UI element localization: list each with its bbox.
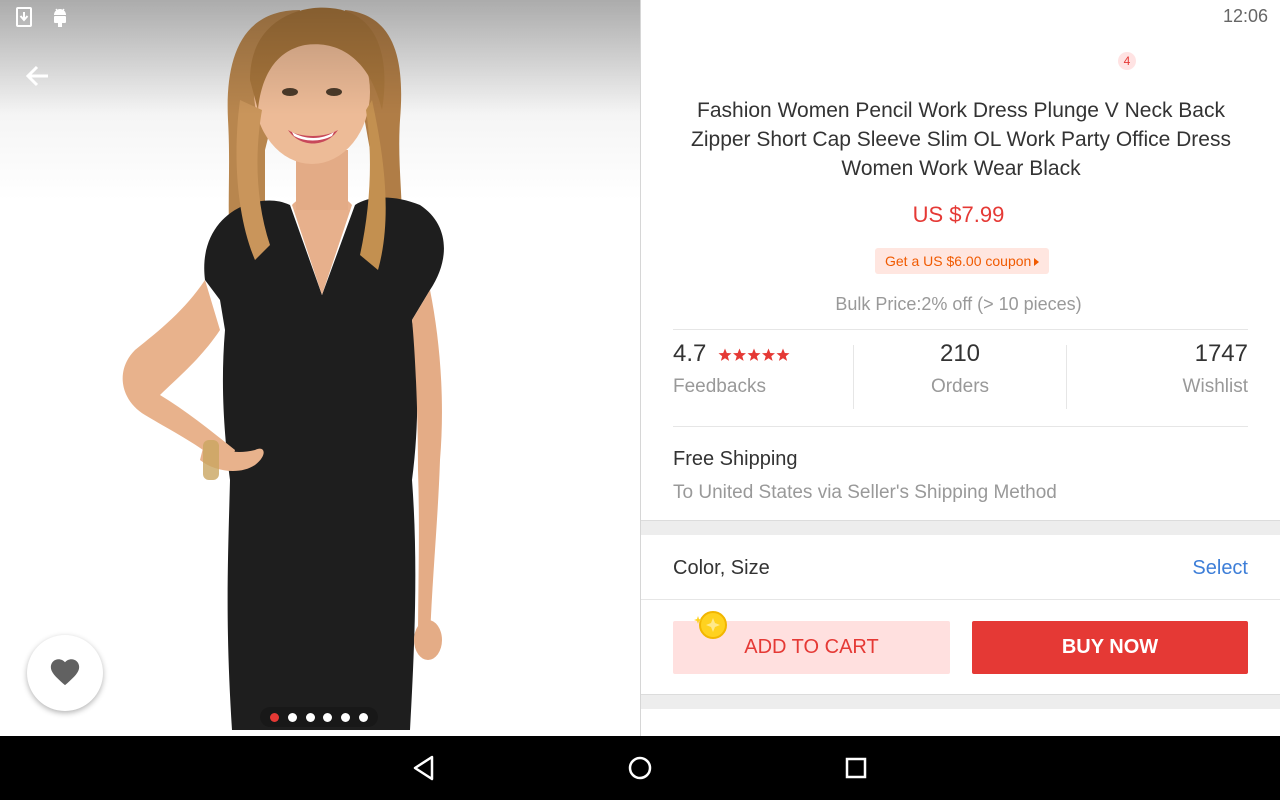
wishlist-value: 1747 xyxy=(1194,340,1248,367)
pager-dot[interactable] xyxy=(340,712,350,722)
nav-back-icon xyxy=(406,755,442,790)
status-bar: 12:06 xyxy=(0,0,1280,34)
feedbacks-label: Feedbacks xyxy=(673,376,766,397)
product-title: Fashion Women Pencil Work Dress Plunge V… xyxy=(691,99,1231,180)
more-vert-icon xyxy=(1242,59,1252,92)
pager-dot[interactable] xyxy=(358,712,368,722)
nav-back-button[interactable] xyxy=(406,750,442,786)
buy-now-button[interactable]: BUY NOW xyxy=(972,621,1248,674)
rating-stat[interactable]: 4.7 Feedbacks xyxy=(673,340,843,410)
screen: 12:06 4 Fashion Women Pencil Work Dress … xyxy=(0,0,1280,800)
pager-dot[interactable] xyxy=(305,712,315,722)
variant-select-link[interactable]: Select xyxy=(1192,557,1248,580)
pager-dot[interactable] xyxy=(323,712,333,722)
product-stats: 4.7 Feedbacks 210 Orders 1747 Wishlist xyxy=(673,340,1248,410)
wishlist-stat[interactable]: 1747 Wishlist xyxy=(1067,340,1248,410)
back-button[interactable] xyxy=(20,58,56,94)
product-price: US $7.99 xyxy=(912,202,1005,227)
nav-home-button[interactable] xyxy=(622,750,658,786)
android-icon xyxy=(50,6,70,28)
divider xyxy=(673,329,1248,330)
coupon-button[interactable]: Get a US $6.00 coupon xyxy=(875,248,1050,274)
product-details-pane: Fashion Women Pencil Work Dress Plunge V… xyxy=(641,0,1280,736)
cart-count-badge: 4 xyxy=(1118,52,1136,70)
pager-dot[interactable] xyxy=(287,712,297,722)
search-button[interactable] xyxy=(1036,56,1074,94)
coupon-label: Get a US $6.00 coupon xyxy=(885,253,1032,269)
app-bar-actions: 4 xyxy=(1036,52,1266,94)
nav-home-icon xyxy=(622,756,658,790)
share-icon xyxy=(1169,59,1197,92)
heart-icon xyxy=(48,655,82,692)
image-pager[interactable] xyxy=(260,707,378,727)
section-separator xyxy=(641,694,1280,709)
more-options-button[interactable] xyxy=(1228,56,1266,94)
wifi-icon xyxy=(1165,6,1189,26)
color-size-selector[interactable]: Color, Size Select xyxy=(641,535,1280,600)
download-icon xyxy=(14,6,34,28)
shipping-title[interactable]: Free Shipping xyxy=(673,448,798,471)
rating-stars-icon xyxy=(718,348,790,362)
system-nav-bar xyxy=(0,736,1280,800)
cart-button[interactable]: 4 xyxy=(1100,52,1138,94)
wishlist-label: Wishlist xyxy=(1182,376,1248,397)
variant-label: Color, Size xyxy=(673,557,770,579)
nav-recents-icon xyxy=(838,757,874,790)
pager-dot[interactable] xyxy=(270,712,280,722)
shipping-subtitle[interactable]: To United States via Seller's Shipping M… xyxy=(673,482,1057,504)
divider xyxy=(673,426,1248,427)
chevron-right-icon xyxy=(1034,258,1040,266)
orders-label: Orders xyxy=(930,376,990,397)
search-icon xyxy=(1041,59,1069,92)
product-image-pane[interactable] xyxy=(0,0,640,736)
rating-value: 4.7 xyxy=(673,340,707,367)
add-to-wishlist-button[interactable] xyxy=(27,635,103,711)
back-arrow-icon xyxy=(20,65,56,98)
orders-stat[interactable]: 210 Orders xyxy=(854,340,1066,410)
battery-icon xyxy=(1199,5,1213,27)
section-separator xyxy=(641,520,1280,535)
orders-value: 210 xyxy=(939,340,981,367)
product-photo[interactable] xyxy=(0,0,640,736)
status-clock: 12:06 xyxy=(1222,5,1268,26)
nav-recents-button[interactable] xyxy=(838,750,874,786)
bulk-price: Bulk Price:2% off (> 10 pieces) xyxy=(835,294,1082,314)
share-button[interactable] xyxy=(1164,56,1202,94)
coin-sparkle-icon xyxy=(693,608,727,642)
